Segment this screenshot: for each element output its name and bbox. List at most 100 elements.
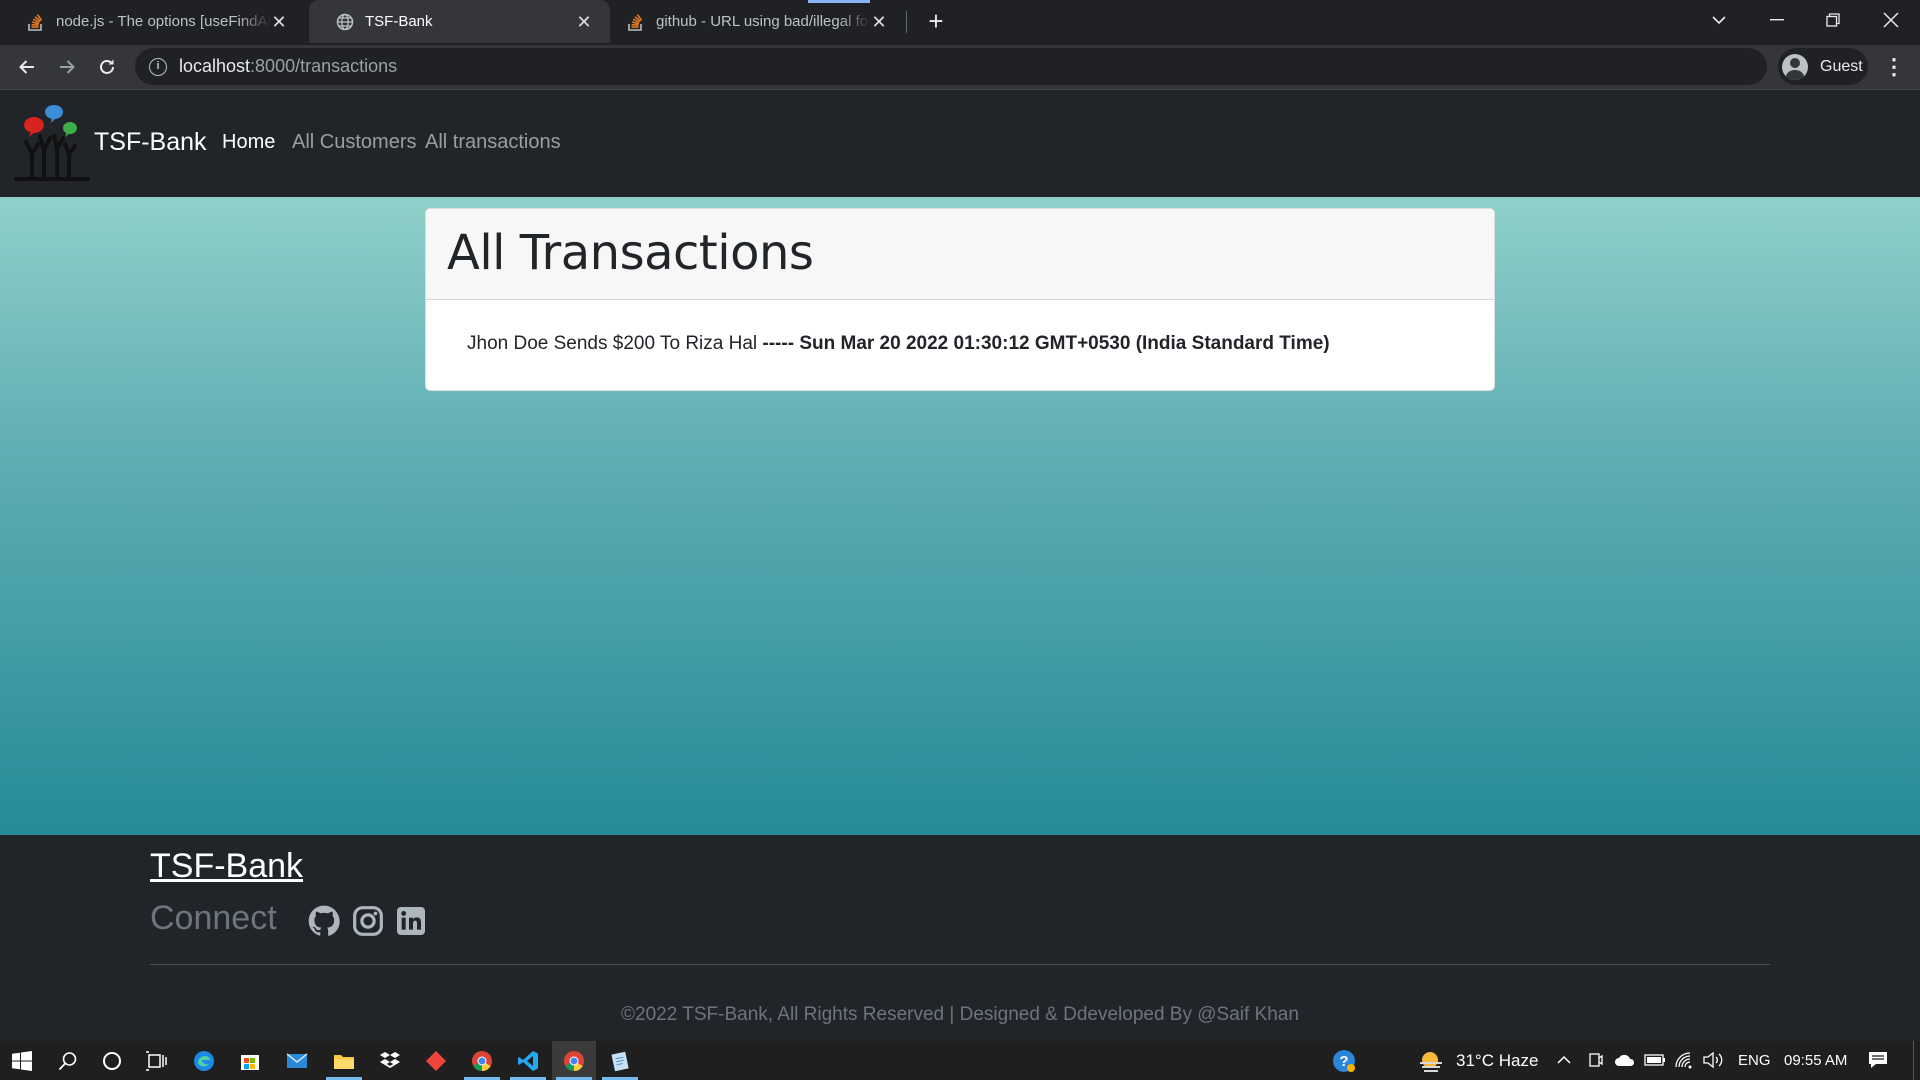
nav-link-all-customers[interactable]: All Customers: [292, 131, 416, 154]
avatar-icon: [1782, 53, 1808, 80]
tray-help[interactable]: ?: [1322, 1041, 1366, 1080]
windows-taskbar: ? 31°C Haze ENG 09:55 AM: [0, 1041, 1920, 1080]
minimize-button[interactable]: [1748, 0, 1806, 40]
tab-stackoverflow-github[interactable]: github - URL using bad/illegal format ✕: [600, 0, 905, 43]
browser-menu-icon[interactable]: ⋮: [1882, 53, 1906, 81]
arrow-right-icon: [60, 60, 75, 74]
tab-separator: [906, 11, 907, 33]
main-content: All Transactions Jhon Doe Sends $200 To …: [0, 197, 1920, 835]
back-button[interactable]: [13, 53, 41, 81]
tab-tsf-bank[interactable]: TSF-Bank ✕: [309, 0, 610, 43]
close-window-button[interactable]: [1862, 0, 1920, 40]
browser-toolbar: i localhost:8000/transactions Guest ⋮: [0, 45, 1920, 89]
tab-search-button[interactable]: [1690, 0, 1748, 40]
brand-logo[interactable]: [14, 104, 90, 182]
card-header: All Transactions: [426, 209, 1494, 300]
nav-link-home[interactable]: Home: [222, 131, 275, 154]
chrome-icon: [472, 1050, 492, 1071]
edge-icon: [194, 1050, 214, 1071]
screen: node.js - The options [useFindAndModify]…: [0, 0, 1920, 1080]
reload-button[interactable]: [93, 53, 121, 81]
folder-icon: [334, 1054, 354, 1069]
footer-connect-label: Connect: [150, 899, 277, 937]
footer-copyright: ©2022 TSF-Bank, All Rights Reserved | De…: [621, 1004, 1299, 1025]
task-view-icon: [146, 1050, 167, 1071]
start-button[interactable]: [0, 1041, 44, 1080]
globe-icon: [335, 12, 355, 32]
restore-button[interactable]: [1804, 0, 1862, 40]
clock[interactable]: 09:55 AM: [1784, 1052, 1847, 1069]
taskbar-chrome-1[interactable]: [460, 1041, 504, 1080]
stackoverflow-icon: [626, 12, 646, 32]
search-icon: [58, 1051, 77, 1070]
address-bar[interactable]: i localhost:8000/transactions: [135, 48, 1767, 85]
transaction-separator: -----: [762, 333, 795, 354]
notepad-icon: [611, 1051, 629, 1071]
tab-title: TSF-Bank: [365, 13, 433, 30]
arrow-left-icon: [19, 60, 34, 74]
tab-loading-indicator: [808, 0, 870, 3]
task-view-button[interactable]: [134, 1041, 178, 1080]
taskbar-dropbox[interactable]: [368, 1041, 412, 1080]
page-title: All Transactions: [447, 225, 814, 281]
battery-icon[interactable]: [1644, 1053, 1666, 1067]
language-indicator[interactable]: ENG: [1738, 1052, 1771, 1069]
footer-brand-link[interactable]: TSF-Bank: [150, 847, 303, 886]
wifi-icon[interactable]: [1674, 1051, 1694, 1069]
weather-haze-icon[interactable]: [1418, 1049, 1444, 1073]
dropbox-icon: [380, 1051, 400, 1068]
show-desktop-button[interactable]: [1913, 1041, 1914, 1080]
cortana-button[interactable]: [90, 1041, 134, 1080]
new-tab-button[interactable]: +: [922, 8, 950, 36]
close-tab-icon[interactable]: ✕: [269, 12, 289, 32]
close-tab-icon[interactable]: ✕: [869, 12, 889, 32]
weather-text[interactable]: 31°C Haze: [1456, 1051, 1538, 1071]
site-footer: TSF-Bank Connect ©2022 TSF-Bank, All Rig…: [0, 835, 1920, 1041]
onedrive-icon[interactable]: [1614, 1053, 1636, 1067]
brand-name[interactable]: TSF-Bank: [94, 128, 207, 157]
store-icon: [241, 1054, 259, 1070]
taskbar-mail[interactable]: [275, 1041, 319, 1080]
stackoverflow-icon: [26, 12, 46, 32]
transactions-card: All Transactions Jhon Doe Sends $200 To …: [425, 208, 1495, 391]
site-info-icon[interactable]: i: [149, 57, 167, 76]
taskbar-anydesk[interactable]: [414, 1041, 458, 1080]
profile-label: Guest: [1820, 57, 1863, 75]
vscode-icon: [518, 1050, 538, 1071]
nav-link-all-transactions[interactable]: All transactions: [425, 131, 561, 154]
meet-now-icon[interactable]: [1588, 1051, 1604, 1069]
url-host: localhost: [179, 56, 251, 76]
browser-tab-strip: node.js - The options [useFindAndModify]…: [0, 0, 1920, 45]
search-button[interactable]: [46, 1041, 90, 1080]
footer-divider: [150, 964, 1770, 965]
windows-icon: [12, 1050, 32, 1071]
taskbar-notepad[interactable]: [598, 1041, 642, 1080]
taskbar-chrome-2[interactable]: [552, 1041, 596, 1080]
volume-icon[interactable]: [1702, 1051, 1724, 1069]
taskbar-edge[interactable]: [182, 1041, 226, 1080]
notifications-icon[interactable]: [1868, 1051, 1888, 1069]
taskbar-store[interactable]: [228, 1041, 272, 1080]
transaction-text: Jhon Doe Sends $200 To Riza Hal: [467, 333, 758, 354]
instagram-icon[interactable]: [352, 905, 384, 937]
site-navbar: TSF-Bank Home All Customers All transact…: [0, 89, 1920, 197]
anydesk-icon: [426, 1050, 446, 1071]
chevron-up-icon[interactable]: [1556, 1054, 1572, 1066]
help-icon: ?: [1333, 1049, 1355, 1072]
transaction-item: Jhon Doe Sends $200 To Riza Hal ----- Su…: [467, 333, 1330, 355]
tab-title: github - URL using bad/illegal format: [656, 13, 871, 30]
reload-icon: [100, 59, 114, 74]
tab-stackoverflow-node[interactable]: node.js - The options [useFindAndModify]…: [0, 0, 305, 43]
url-text: localhost:8000/transactions: [179, 56, 397, 77]
close-tab-icon[interactable]: ✕: [574, 12, 594, 32]
taskbar-vscode[interactable]: [506, 1041, 550, 1080]
transaction-date: Sun Mar 20 2022 01:30:12 GMT+0530 (India…: [799, 333, 1330, 354]
url-path: :8000/transactions: [250, 56, 398, 76]
chrome-icon: [564, 1050, 584, 1071]
profile-button[interactable]: Guest: [1778, 48, 1868, 85]
forward-button[interactable]: [53, 53, 81, 81]
tab-title: node.js - The options [useFindAndModify]: [56, 13, 271, 30]
taskbar-file-explorer[interactable]: [322, 1041, 366, 1080]
linkedin-icon[interactable]: [395, 905, 427, 937]
github-icon[interactable]: [308, 905, 340, 937]
